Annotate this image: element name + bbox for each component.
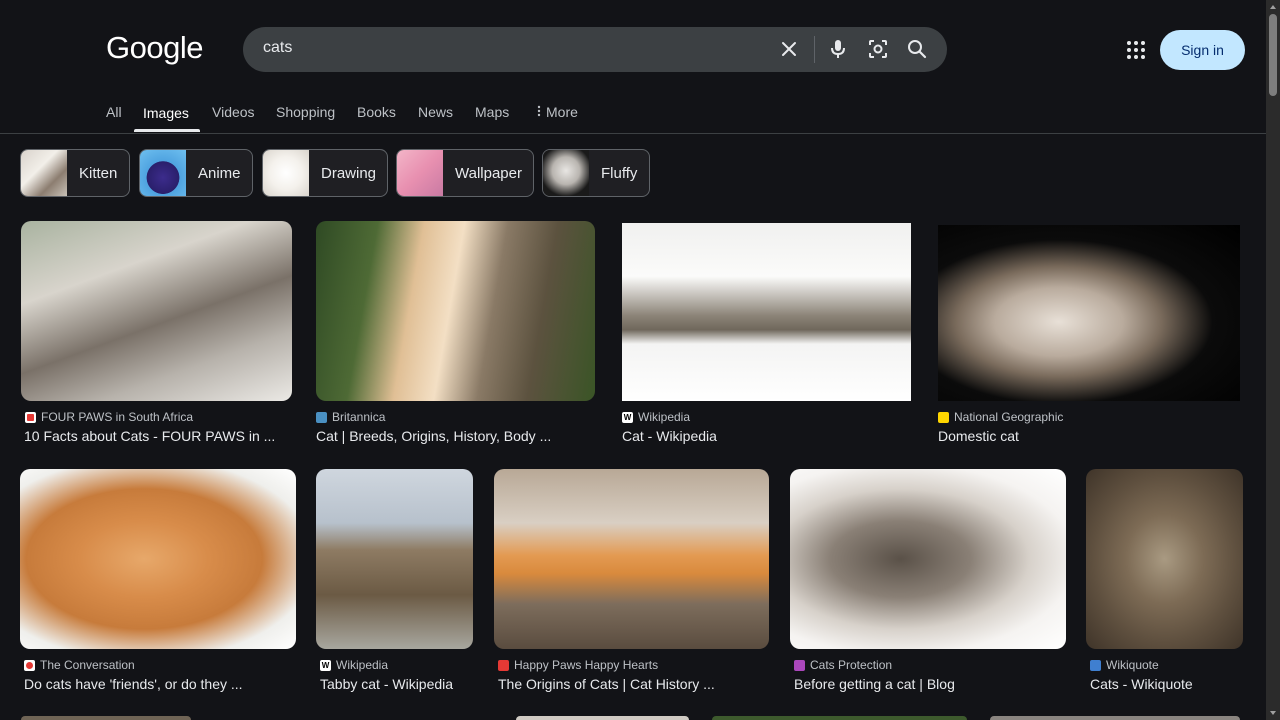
scroll-up-arrow-icon[interactable] [1269,3,1277,11]
result-source[interactable]: FOUR PAWS in South Africa [25,410,193,424]
favicon-icon: W [320,659,331,671]
source-name: Cats Protection [810,658,893,672]
source-name: Happy Paws Happy Hearts [514,658,659,672]
result-thumbnail[interactable] [938,225,1240,401]
result-thumbnail[interactable] [622,223,911,401]
microphone-icon[interactable] [827,38,849,60]
clear-icon[interactable] [778,38,800,60]
favicon-icon [794,659,805,671]
favicon-icon [1090,659,1101,671]
favicon-icon [938,411,949,423]
chip-label: Wallpaper [455,164,522,182]
image-result[interactable]: W Wikipedia Cat - Wikipedia [622,221,911,446]
result-source[interactable]: Britannica [316,410,385,424]
next-row-thumbnail[interactable] [21,716,191,720]
result-title[interactable]: 10 Facts about Cats - FOUR PAWS in ... [24,428,304,444]
result-thumbnail[interactable] [494,469,769,649]
favicon-icon [316,411,327,423]
chip-label: Fluffy [601,164,638,182]
result-thumbnail[interactable] [316,469,473,649]
result-title[interactable]: Cat | Breeds, Origins, History, Body ... [316,428,596,444]
camera-lens-icon[interactable] [867,38,889,60]
chip-label: Kitten [79,164,118,182]
result-source[interactable]: Cats Protection [794,658,892,672]
favicon-icon [498,659,509,671]
google-logo[interactable]: Google [106,30,203,66]
image-result[interactable]: National Geographic Domestic cat [938,221,1240,446]
chip-thumbnail [397,150,443,196]
search-divider [814,36,815,63]
result-source[interactable]: Happy Paws Happy Hearts [498,658,658,672]
result-source[interactable]: The Conversation [24,658,135,672]
result-source[interactable]: National Geographic [938,410,1063,424]
source-name: FOUR PAWS in South Africa [41,410,194,424]
result-title[interactable]: Cats - Wikiquote [1090,676,1243,692]
tab-images[interactable]: Images [143,105,189,121]
favicon-icon [25,411,36,423]
tab-all[interactable]: All [106,104,122,120]
source-name: The Conversation [40,658,135,672]
result-thumbnail[interactable] [1086,469,1243,649]
chip-thumbnail [21,150,67,196]
image-result[interactable]: Wikiquote Cats - Wikiquote [1086,469,1243,694]
result-thumbnail[interactable] [790,469,1066,649]
result-source[interactable]: Wikiquote [1090,658,1159,672]
image-result[interactable]: Britannica Cat | Breeds, Origins, Histor… [316,221,595,446]
next-row-thumbnail[interactable] [516,716,689,720]
result-title[interactable]: Cat - Wikipedia [622,428,902,444]
more-vert-icon [537,105,541,117]
chip-wallpaper[interactable]: Wallpaper [396,149,534,197]
next-row-thumbnail[interactable] [990,716,1240,720]
result-source[interactable]: W Wikipedia [320,658,388,672]
result-title[interactable]: Domestic cat [938,428,1218,444]
chip-anime[interactable]: Anime [139,149,253,197]
result-title[interactable]: The Origins of Cats | Cat History ... [498,676,773,692]
favicon-icon: W [622,411,633,423]
page-scrollbar[interactable] [1266,0,1280,720]
chip-label: Anime [198,164,241,182]
result-thumbnail[interactable] [316,221,595,401]
tab-videos[interactable]: Videos [212,104,255,120]
tab-books[interactable]: Books [357,104,396,120]
image-result[interactable]: W Wikipedia Tabby cat - Wikipedia [316,469,473,694]
favicon-icon [24,659,35,671]
source-name: National Geographic [954,410,1064,424]
source-name: Britannica [332,410,386,424]
result-title[interactable]: Tabby cat - Wikipedia [320,676,480,692]
chip-drawing[interactable]: Drawing [262,149,388,197]
image-result[interactable]: Cats Protection Before getting a cat | B… [790,469,1066,694]
sign-in-button[interactable]: Sign in [1160,30,1245,70]
image-result[interactable]: FOUR PAWS in South Africa 10 Facts about… [21,221,292,446]
next-row-thumbnail[interactable] [712,716,967,720]
search-tabs: All Images Videos Shopping Books News Ma… [0,96,1266,134]
scroll-down-arrow-icon[interactable] [1269,709,1277,717]
tab-more-label: More [546,104,578,120]
chip-thumbnail [263,150,309,196]
result-source[interactable]: W Wikipedia [622,410,690,424]
source-name: Wikipedia [638,410,691,424]
chip-fluffy[interactable]: Fluffy [542,149,650,197]
search-icon[interactable] [906,38,928,60]
scrollbar-thumb[interactable] [1269,14,1277,96]
image-result[interactable]: Happy Paws Happy Hearts The Origins of C… [494,469,769,694]
tab-news[interactable]: News [418,104,453,120]
result-title[interactable]: Do cats have 'friends', or do they ... [24,676,304,692]
source-name: Wikiquote [1106,658,1159,672]
chip-kitten[interactable]: Kitten [20,149,130,197]
result-title[interactable]: Before getting a cat | Blog [794,676,1066,692]
tab-maps[interactable]: Maps [475,104,509,120]
source-name: Wikipedia [336,658,389,672]
chip-thumbnail [543,150,589,196]
tab-shopping[interactable]: Shopping [276,104,335,120]
image-result[interactable]: The Conversation Do cats have 'friends',… [20,469,296,694]
search-input[interactable]: cats [263,39,292,57]
tab-more[interactable]: More [537,104,578,120]
apps-grid-icon[interactable] [1125,39,1147,61]
result-thumbnail[interactable] [21,221,292,401]
result-thumbnail[interactable] [20,469,296,649]
chip-thumbnail [140,150,186,196]
search-box[interactable]: cats [243,27,947,72]
chip-label: Drawing [321,164,377,182]
active-tab-indicator [134,129,200,132]
